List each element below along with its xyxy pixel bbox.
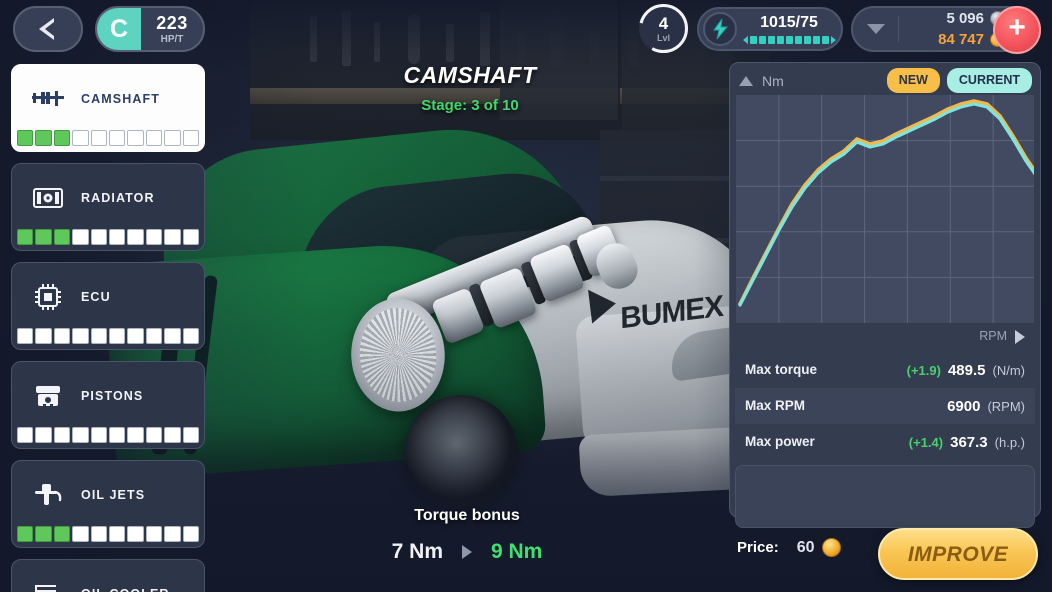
piston-icon — [31, 381, 65, 411]
chevron-left-icon — [38, 18, 54, 40]
progress-bar — [15, 328, 201, 346]
torque-bonus-title: Torque bonus — [414, 507, 520, 524]
torque-bonus-block: Torque bonus 7 Nm 9 Nm — [287, 507, 647, 563]
torque-bonus-next: 9 Nm — [491, 540, 543, 563]
top-hud: C 223 HP/T 4 Lvl 1015/75 5 096 84 747 + — [0, 0, 1052, 58]
improve-button-label: IMPROVE — [907, 542, 1009, 566]
sidebar-item-pistons[interactable]: PISTONS — [11, 361, 205, 449]
table-row: Max power (+1.4) 367.3 (h.p.) — [735, 424, 1035, 460]
sidebar-item-label: ECU — [81, 289, 111, 304]
stat-label: Max RPM — [745, 398, 806, 414]
radiator-icon — [31, 183, 65, 213]
rank-badge[interactable]: C 223 HP/T — [95, 6, 205, 52]
chart-series-current — [738, 102, 1034, 307]
plus-icon: + — [1008, 11, 1026, 44]
rank-unit: HP/T — [160, 33, 184, 45]
triangle-up-icon — [739, 76, 753, 86]
sidebar-item-label: OIL JETS — [81, 487, 146, 502]
chart-gridlines — [736, 95, 1034, 323]
tab-new[interactable]: NEW — [886, 68, 940, 93]
chart-y-axis-label: Nm — [762, 73, 784, 89]
stat-unit: (RPM) — [987, 398, 1025, 414]
arrow-right-icon — [462, 544, 472, 559]
lightning-bolt-icon — [703, 12, 737, 46]
tab-current[interactable]: CURRENT — [946, 68, 1032, 93]
stat-value: 367.3 — [950, 433, 988, 451]
level-badge[interactable]: 4 Lvl — [639, 4, 688, 53]
rank-value: 223 — [156, 12, 188, 33]
part-title-block: CAMSHAFT Stage: 3 of 10 — [280, 62, 660, 114]
sidebar-item-radiator[interactable]: RADIATOR — [11, 163, 205, 251]
back-button[interactable] — [13, 6, 83, 52]
chart-series-new — [738, 99, 1034, 306]
stat-delta: (+1.4) — [908, 434, 944, 450]
add-currency-button[interactable]: + — [993, 6, 1041, 54]
triangle-right-icon — [1015, 329, 1025, 344]
sidebar-item-ecu[interactable]: ECU — [11, 262, 205, 350]
sidebar-item-label: CAMSHAFT — [81, 91, 160, 106]
stat-label: Max power — [745, 434, 815, 450]
table-row: Max torque (+1.9) 489.5 (N/m) — [735, 352, 1035, 388]
silver-amount: 5 096 — [946, 10, 984, 27]
torque-bonus-current: 7 Nm — [391, 540, 443, 563]
stat-label: Max torque — [745, 362, 818, 378]
sidebar-item-label: OIL COOLER — [81, 588, 170, 592]
energy-cap-right-icon — [830, 35, 836, 44]
progress-bar — [15, 526, 201, 544]
table-row: Max RPM 6900 (RPM) — [735, 388, 1035, 424]
sidebar-item-label: PISTONS — [81, 388, 144, 403]
improve-button[interactable]: IMPROVE — [878, 528, 1038, 580]
rank-letter: C — [97, 8, 141, 50]
wallet-panel: 5 096 84 747 + — [851, 6, 1041, 54]
progress-bar — [15, 130, 201, 148]
gold-amount: 84 747 — [938, 31, 984, 48]
stat-unit: (h.p.) — [994, 434, 1025, 450]
price-block: Price: 60 — [737, 538, 841, 557]
stats-panel: Nm NEW CURRENT RPM Max torque (+1.9) 489… — [729, 62, 1041, 528]
energy-bar — [742, 35, 836, 44]
sidebar-item-camshaft[interactable]: CAMSHAFT — [11, 64, 205, 152]
price-label: Price: — [737, 539, 779, 556]
sidebar-item-oil-cooler[interactable]: OIL COOLER — [11, 559, 205, 592]
level-ring-icon — [639, 4, 688, 53]
sidebar-item-label: RADIATOR — [81, 190, 155, 205]
sidebar-item-oil-jets[interactable]: OIL JETS — [11, 460, 205, 548]
stat-value: 489.5 — [947, 361, 986, 379]
oil-cooler-icon — [31, 579, 65, 592]
energy-cap-left-icon — [742, 35, 748, 44]
energy-value: 1015/75 — [760, 13, 818, 31]
chip-icon — [31, 282, 65, 312]
price-value: 60 — [796, 538, 815, 556]
stage-label: Stage: 3 of 10 — [421, 97, 519, 114]
chart-x-axis: RPM — [735, 323, 1035, 350]
progress-bar — [15, 427, 201, 445]
energy-badge[interactable]: 1015/75 — [697, 7, 843, 51]
camshaft-icon — [31, 84, 65, 114]
progress-bar — [15, 229, 201, 247]
chevron-down-icon — [866, 24, 885, 34]
panel-empty-area — [735, 465, 1035, 528]
game-screen: BUMEX C 223 HP/T — [0, 0, 1052, 592]
chart-header: Nm NEW CURRENT — [735, 68, 1035, 94]
oil-jet-icon — [31, 480, 65, 510]
stat-value: 6900 — [947, 397, 981, 415]
chart-x-axis-label: RPM — [979, 329, 1007, 344]
stat-delta: (+1.9) — [906, 362, 941, 378]
torque-chart — [736, 95, 1034, 323]
wallet-expand-button[interactable] — [853, 16, 899, 42]
page-title: CAMSHAFT — [403, 62, 537, 88]
stat-unit: (N/m) — [992, 362, 1026, 378]
stats-list: Max torque (+1.9) 489.5 (N/m) Max RPM 69… — [735, 352, 1035, 460]
gold-coin-icon — [821, 538, 841, 557]
torque-chart-svg — [736, 95, 1034, 323]
parts-sidebar[interactable]: CAMSHAFT RADIATOR ECU PISTONS OIL JETS — [11, 64, 205, 592]
